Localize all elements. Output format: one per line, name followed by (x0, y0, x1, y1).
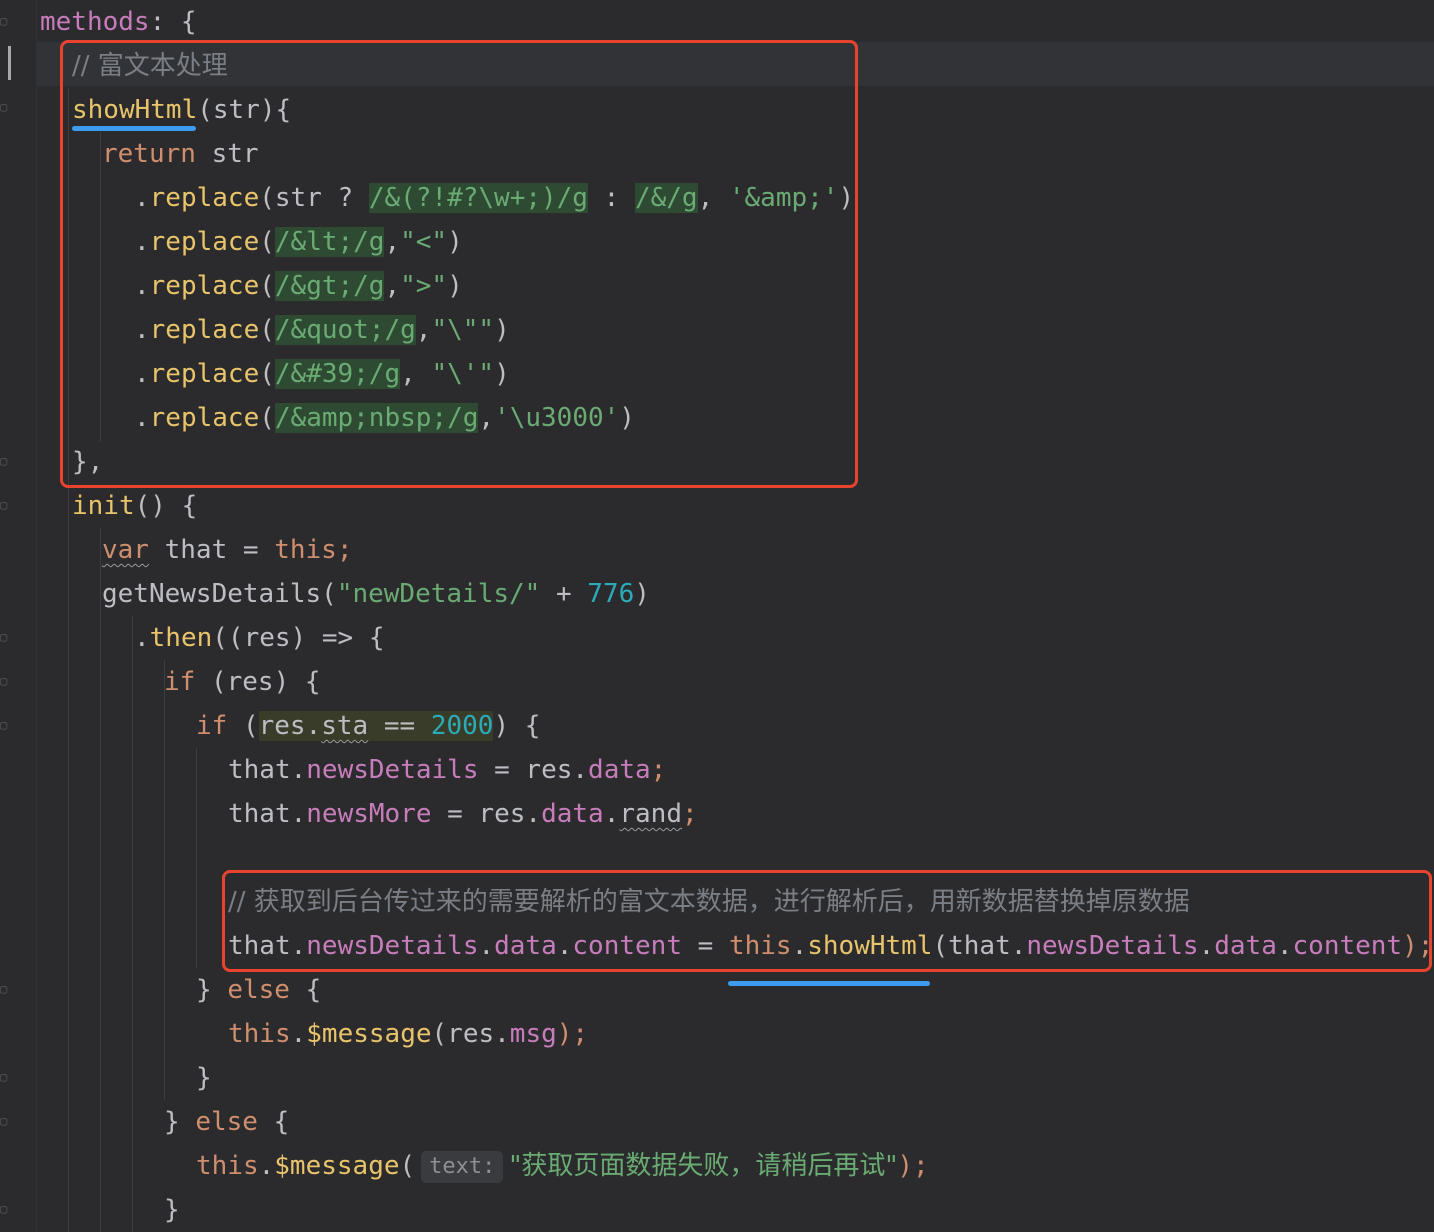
keyword: this (196, 1151, 259, 1181)
token: ( (399, 1151, 416, 1181)
token: rand (619, 799, 682, 829)
function-name: init (72, 491, 135, 521)
token: that = (148, 535, 275, 565)
property: newsMore (306, 799, 432, 829)
code-line[interactable]: } (196, 1056, 212, 1100)
indent-guide (100, 528, 101, 1232)
keyword: if (164, 667, 196, 697)
token: . (290, 1019, 307, 1049)
code-line[interactable]: init() { (72, 484, 197, 528)
token: ; (682, 799, 698, 829)
keyword: else (227, 975, 290, 1005)
method-name: $message (274, 1151, 400, 1181)
token: } (196, 1063, 212, 1093)
code-line[interactable]: this.$message(res.msg); (228, 1012, 588, 1056)
fold-marker-icon[interactable]: ▢ (0, 498, 14, 512)
annotation-underline-call (728, 981, 930, 986)
fold-marker-icon[interactable]: ▢ (0, 14, 14, 28)
token: ) (634, 579, 650, 609)
property: data (588, 755, 651, 785)
token: (res) { (195, 667, 321, 697)
fold-marker-icon[interactable]: ▢ (0, 982, 14, 996)
highlighted-expression: res.sta == 2000 (258, 711, 494, 741)
caret-marker (8, 46, 11, 80)
keyword: else (195, 1107, 258, 1137)
code-line[interactable]: } (164, 1188, 180, 1232)
code-line[interactable]: if (res) { (164, 660, 321, 704)
token: ) { (493, 711, 541, 741)
token: res. (258, 711, 322, 741)
token: : { (149, 7, 197, 37)
keyword: var (102, 535, 149, 565)
fold-marker-icon[interactable]: ▢ (0, 1070, 14, 1084)
token: sta (321, 711, 369, 741)
fold-marker-icon[interactable]: ▢ (0, 674, 14, 688)
fold-marker-icon[interactable]: ▢ (0, 718, 14, 732)
token: ); (556, 1019, 589, 1049)
fold-marker-icon[interactable]: ▢ (0, 1202, 14, 1216)
token: . (134, 623, 150, 653)
string: "获取页面数据失败，请稍后再试" (509, 1151, 898, 1181)
parameter-hint: text: (421, 1150, 504, 1183)
token: + (540, 579, 588, 609)
token: { (257, 1107, 290, 1137)
token: getNewsDetails( (102, 579, 337, 609)
token: = res. (478, 755, 589, 785)
indent-guide (164, 660, 165, 1100)
token: ); (897, 1151, 929, 1181)
code-line[interactable]: } else { (164, 1100, 289, 1144)
indent-guide (132, 616, 133, 1232)
keyword: this (228, 1019, 291, 1049)
keyword: this; (274, 535, 353, 565)
fold-marker-icon[interactable]: ▢ (0, 100, 14, 114)
token: . (258, 1151, 275, 1181)
code-line[interactable]: if (res.sta == 2000) { (196, 704, 540, 748)
code-line[interactable]: that.newsDetails = res.data; (228, 748, 666, 792)
code-line[interactable]: this.$message(text: "获取页面数据失败，请稍后再试"); (196, 1144, 929, 1188)
token: methods (40, 7, 150, 37)
fold-marker-icon[interactable]: ▢ (0, 630, 14, 644)
token: that. (228, 755, 307, 785)
annotation-underline-definition (72, 126, 196, 131)
code-line[interactable]: .then((res) => { (134, 616, 384, 660)
token: (res. (431, 1019, 510, 1049)
code-editor[interactable]: ▢ ▢ ▢ ▢ ▢ ▢ ▢ ▢ ▢ ▢ ▢ methods: { // 富文本处… (0, 0, 1434, 1232)
code-line[interactable]: } else { (196, 968, 321, 1012)
token: = res. (431, 799, 542, 829)
annotation-box-showhtml (60, 40, 858, 488)
token: } (164, 1195, 180, 1225)
number: 776 (587, 579, 635, 609)
string: "newDetails/" (336, 579, 541, 609)
number: 2000 (430, 711, 494, 741)
property: newsDetails (306, 755, 479, 785)
annotation-box-call (222, 870, 1432, 972)
method-name: $message (306, 1019, 432, 1049)
code-line[interactable]: that.newsMore = res.data.rand; (228, 792, 698, 836)
token: == (368, 711, 431, 741)
property: data (541, 799, 604, 829)
token: . (603, 799, 620, 829)
token: () { (134, 491, 198, 521)
code-line[interactable]: getNewsDetails("newDetails/" + 776) (102, 572, 650, 616)
gutter[interactable]: ▢ ▢ ▢ ▢ ▢ ▢ ▢ ▢ ▢ ▢ ▢ (0, 0, 37, 1232)
keyword: if (196, 711, 228, 741)
token: { (289, 975, 322, 1005)
token: ((res) => { (212, 623, 385, 653)
property: msg (509, 1019, 557, 1049)
token: ( (227, 711, 259, 741)
token: } (164, 1107, 196, 1137)
method-name: then (149, 623, 213, 653)
fold-marker-icon[interactable]: ▢ (0, 1114, 14, 1128)
token: ; (650, 755, 667, 785)
code-line[interactable]: var that = this; (102, 528, 352, 572)
indent-guide (196, 748, 197, 968)
code-line[interactable]: methods: { (40, 0, 197, 44)
token: } (196, 975, 228, 1005)
fold-marker-icon[interactable]: ▢ (0, 454, 14, 468)
token: that. (228, 799, 307, 829)
